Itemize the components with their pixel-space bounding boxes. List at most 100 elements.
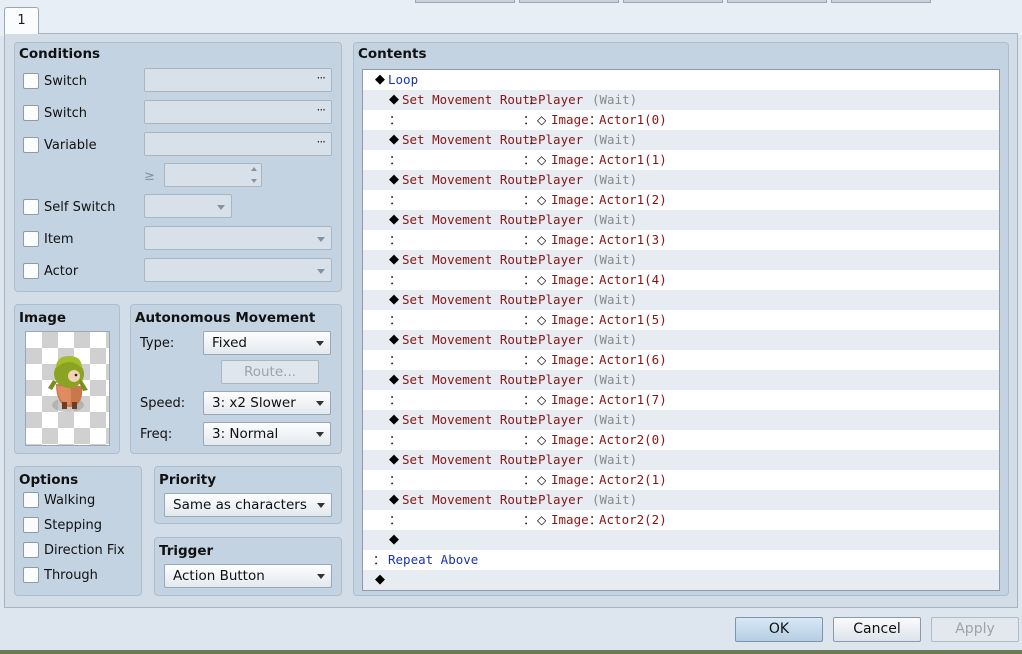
freq-select[interactable]: 3: Normal <box>203 422 331 446</box>
wait-note: (Wait) <box>592 452 638 467</box>
priority-select[interactable]: Same as characters <box>164 493 332 517</box>
command-row-route-step[interactable]: ：： ◇ Image： Actor1(5) <box>363 310 999 330</box>
image-step-label: Image <box>551 352 589 367</box>
command-row-route-step[interactable]: ：： ◇ Image： Actor2(0) <box>363 430 999 450</box>
wait-note: (Wait) <box>592 412 638 427</box>
diamond-icon: ◆ <box>389 532 399 547</box>
image-step-value: Actor2(1) <box>599 472 667 487</box>
hollow-diamond-icon: ◇ <box>537 233 547 247</box>
diamond-icon: ◆ <box>389 132 399 147</box>
step-colon: ： <box>523 112 536 127</box>
image-step-label: Image <box>551 392 589 407</box>
hollow-diamond-icon: ◇ <box>537 153 547 167</box>
command-row-route-step[interactable]: ：： ◇ Image： Actor1(1) <box>363 150 999 170</box>
image-step-value: Actor1(3) <box>599 232 667 247</box>
top-toolbar-button[interactable] <box>831 0 931 3</box>
variable-checkbox[interactable] <box>23 137 39 153</box>
command-name: Set Movement Route <box>402 292 538 307</box>
speed-select[interactable]: 3: x2 Slower <box>203 391 331 415</box>
image-step-value: Actor2(2) <box>599 512 667 527</box>
ok-button[interactable]: OK <box>735 617 823 642</box>
image-step-value: Actor1(0) <box>599 112 667 127</box>
event-command-list[interactable]: ◆ Loop ◆ Set Movement Route： Player (Wait)：… <box>362 69 1000 591</box>
route-button[interactable]: Route... <box>221 360 319 384</box>
top-toolbar-button[interactable] <box>727 0 827 3</box>
command-row-set-movement-route[interactable]: ◆ Set Movement Route： Player (Wait) <box>363 370 999 390</box>
command-row-route-step[interactable]: ：： ◇ Image： Actor2(2) <box>363 510 999 530</box>
character-image-preview[interactable] <box>25 331 110 446</box>
step-colon: ： <box>523 312 536 327</box>
switch2-field[interactable]: ··· <box>144 100 332 124</box>
command-row-route-step[interactable]: ：： ◇ Image： Actor1(2) <box>363 190 999 210</box>
command-row-set-movement-route[interactable]: ◆ Set Movement Route： Player (Wait) <box>363 250 999 270</box>
spinner-down-icon[interactable] <box>251 179 257 183</box>
stepping-checkbox[interactable] <box>23 517 39 533</box>
cancel-button[interactable]: Cancel <box>833 617 921 642</box>
image-step-label: Image <box>551 232 589 247</box>
top-toolbar-button[interactable] <box>519 0 619 3</box>
step-colon: ： <box>523 232 536 247</box>
wait-note: (Wait) <box>592 332 638 347</box>
command-row-set-movement-route[interactable]: ◆ Set Movement Route： Player (Wait) <box>363 130 999 150</box>
step-colon: ： <box>523 192 536 207</box>
direction-fix-label: Direction Fix <box>44 543 125 558</box>
command-row-end[interactable]: ◆ <box>363 570 999 590</box>
self-switch-select[interactable] <box>144 194 232 218</box>
hollow-diamond-icon: ◇ <box>537 433 547 447</box>
diamond-icon: ◆ <box>389 372 399 387</box>
command-row-set-movement-route[interactable]: ◆ Set Movement Route： Player (Wait) <box>363 90 999 110</box>
switch2-checkbox[interactable] <box>23 105 39 121</box>
command-row-loop[interactable]: ◆ Loop <box>363 70 999 90</box>
actor-checkbox[interactable] <box>23 263 39 279</box>
through-checkbox[interactable] <box>23 567 39 583</box>
command-row-empty[interactable]: ◆ <box>363 530 999 550</box>
command-row-route-step[interactable]: ：： ◇ Image： Actor1(6) <box>363 350 999 370</box>
page-tab-1[interactable]: 1 <box>4 7 39 34</box>
actor-select[interactable] <box>144 258 332 282</box>
command-row-route-step[interactable]: ：： ◇ Image： Actor1(4) <box>363 270 999 290</box>
switch2-browse-button[interactable]: ··· <box>317 103 327 117</box>
wait-note: (Wait) <box>592 252 638 267</box>
command-row-repeat[interactable]: ： Repeat Above <box>363 550 999 570</box>
direction-fix-checkbox[interactable] <box>23 542 39 558</box>
command-name: Set Movement Route <box>402 412 538 427</box>
event-page-panel: Conditions Switch ··· Switch ··· Variabl… <box>4 33 1018 608</box>
image-step-value: Actor1(4) <box>599 272 667 287</box>
step-colon: ： <box>389 152 402 167</box>
switch1-checkbox[interactable] <box>23 73 39 89</box>
command-row-route-step[interactable]: ：： ◇ Image： Actor2(1) <box>363 470 999 490</box>
options-title: Options <box>19 472 79 488</box>
command-row-set-movement-route[interactable]: ◆ Set Movement Route： Player (Wait) <box>363 410 999 430</box>
type-select[interactable]: Fixed <box>203 331 331 355</box>
walking-checkbox[interactable] <box>23 492 39 508</box>
command-row-set-movement-route[interactable]: ◆ Set Movement Route： Player (Wait) <box>363 290 999 310</box>
command-row-set-movement-route[interactable]: ◆ Set Movement Route： Player (Wait) <box>363 330 999 350</box>
variable-browse-button[interactable]: ··· <box>317 135 327 149</box>
item-checkbox[interactable] <box>23 231 39 247</box>
spinner-up-icon[interactable] <box>251 167 257 171</box>
chevron-down-icon <box>317 574 325 579</box>
switch1-browse-button[interactable]: ··· <box>317 71 327 85</box>
switch1-field[interactable]: ··· <box>144 68 332 92</box>
variable-value-spinner[interactable] <box>164 163 262 187</box>
command-row-route-step[interactable]: ：： ◇ Image： Actor1(0) <box>363 110 999 130</box>
item-select[interactable] <box>144 226 332 250</box>
self-switch-checkbox[interactable] <box>23 199 39 215</box>
command-row-set-movement-route[interactable]: ◆ Set Movement Route： Player (Wait) <box>363 170 999 190</box>
variable-field[interactable]: ··· <box>144 132 332 156</box>
command-row-route-step[interactable]: ：： ◇ Image： Actor1(7) <box>363 390 999 410</box>
command-row-route-step[interactable]: ：： ◇ Image： Actor1(3) <box>363 230 999 250</box>
diamond-icon: ◆ <box>389 492 399 507</box>
variable-label: Variable <box>44 138 97 153</box>
trigger-select[interactable]: Action Button <box>164 564 332 588</box>
command-row-set-movement-route[interactable]: ◆ Set Movement Route： Player (Wait) <box>363 450 999 470</box>
hollow-diamond-icon: ◇ <box>537 313 547 327</box>
compare-symbol: ≥ <box>144 169 155 184</box>
apply-button[interactable]: Apply <box>931 617 1019 642</box>
top-toolbar-button[interactable] <box>415 0 515 3</box>
wait-note: (Wait) <box>592 492 638 507</box>
command-row-set-movement-route[interactable]: ◆ Set Movement Route： Player (Wait) <box>363 490 999 510</box>
command-row-set-movement-route[interactable]: ◆ Set Movement Route： Player (Wait) <box>363 210 999 230</box>
top-toolbar-button[interactable] <box>623 0 723 3</box>
diamond-icon: ◆ <box>389 452 399 467</box>
